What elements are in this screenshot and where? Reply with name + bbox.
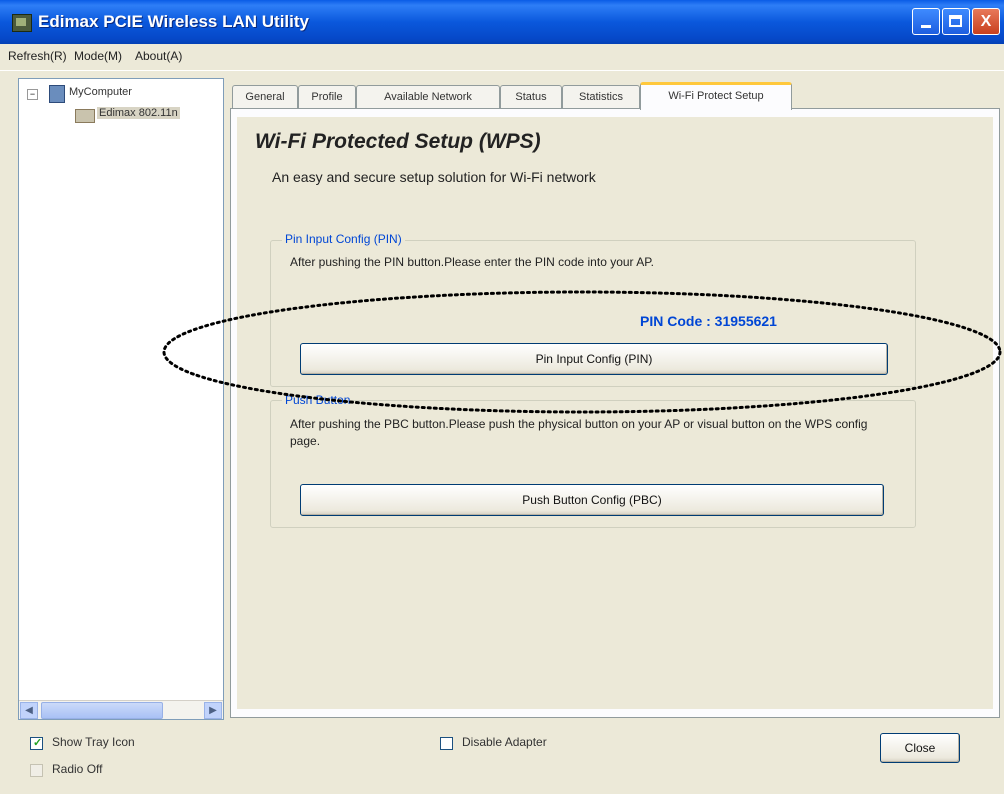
computer-icon — [49, 85, 65, 103]
menu-mode[interactable]: Mode(M) — [74, 49, 122, 63]
disable-adapter-label[interactable]: Disable Adapter — [462, 735, 547, 749]
scroll-thumb[interactable] — [41, 702, 163, 719]
push-button-config-button[interactable]: Push Button Config (PBC) — [300, 484, 884, 516]
network-adapter-icon — [75, 109, 95, 123]
checkmark-icon: ✓ — [33, 737, 43, 749]
tab-status[interactable]: Status — [500, 85, 562, 109]
pin-description: After pushing the PIN button.Please ente… — [290, 255, 655, 269]
tab-wifi-protect-setup[interactable]: Wi-Fi Protect Setup — [640, 82, 792, 110]
radio-off-checkbox[interactable] — [30, 764, 43, 777]
close-button[interactable]: Close — [880, 733, 960, 763]
collapse-icon[interactable]: − — [27, 89, 38, 100]
scroll-right-icon[interactable]: ▶ — [204, 702, 222, 719]
window-title: Edimax PCIE Wireless LAN Utility — [38, 12, 309, 31]
show-tray-icon-checkbox[interactable]: ✓ — [30, 737, 43, 750]
maximize-icon — [949, 15, 962, 27]
tree-root-label[interactable]: MyComputer — [69, 86, 132, 98]
tab-available-network[interactable]: Available Network — [356, 85, 500, 109]
pbc-description: After pushing the PBC button.Please push… — [290, 417, 868, 448]
title-bar[interactable]: Edimax PCIE Wireless LAN Utility X — [0, 0, 1004, 44]
tab-statistics[interactable]: Statistics — [562, 85, 640, 109]
disable-adapter-checkbox[interactable] — [440, 737, 453, 750]
radio-off-label[interactable]: Radio Off — [52, 762, 102, 776]
menu-bar: Refresh(R) Mode(M) About(A) — [0, 44, 1004, 71]
pin-input-config-button[interactable]: Pin Input Config (PIN) — [300, 343, 888, 375]
close-window-button[interactable]: X — [972, 8, 1000, 35]
minimize-icon — [921, 25, 931, 28]
page-subtitle: An easy and secure setup solution for Wi… — [272, 169, 596, 185]
pin-code-label: PIN Code : — [640, 313, 711, 329]
close-icon: X — [980, 13, 992, 30]
menu-refresh[interactable]: Refresh(R) — [8, 49, 67, 63]
tree-item-adapter[interactable]: Edimax 802.11n — [97, 107, 180, 119]
app-window: Edimax PCIE Wireless LAN Utility X Refre… — [0, 0, 1004, 794]
tab-profile[interactable]: Profile — [298, 85, 356, 109]
maximize-button[interactable] — [942, 8, 970, 35]
show-tray-icon-label[interactable]: Show Tray Icon — [52, 735, 135, 749]
device-tree[interactable]: − MyComputer Edimax 802.11n ◀ ▶ — [18, 78, 224, 720]
pin-group-legend: Pin Input Config (PIN) — [282, 232, 405, 246]
app-icon — [12, 14, 32, 32]
pbc-group-legend: Push Button — [282, 393, 354, 407]
tree-horizontal-scrollbar[interactable]: ◀ ▶ — [19, 700, 223, 719]
scroll-left-icon[interactable]: ◀ — [20, 702, 38, 719]
pin-code-value: 31955621 — [714, 313, 777, 329]
minimize-button[interactable] — [912, 8, 940, 35]
page-title: Wi-Fi Protected Setup (WPS) — [255, 130, 541, 153]
tab-general[interactable]: General — [232, 85, 298, 109]
pin-code-display: PIN Code : 31955621 — [640, 313, 777, 329]
menu-about[interactable]: About(A) — [135, 49, 182, 63]
